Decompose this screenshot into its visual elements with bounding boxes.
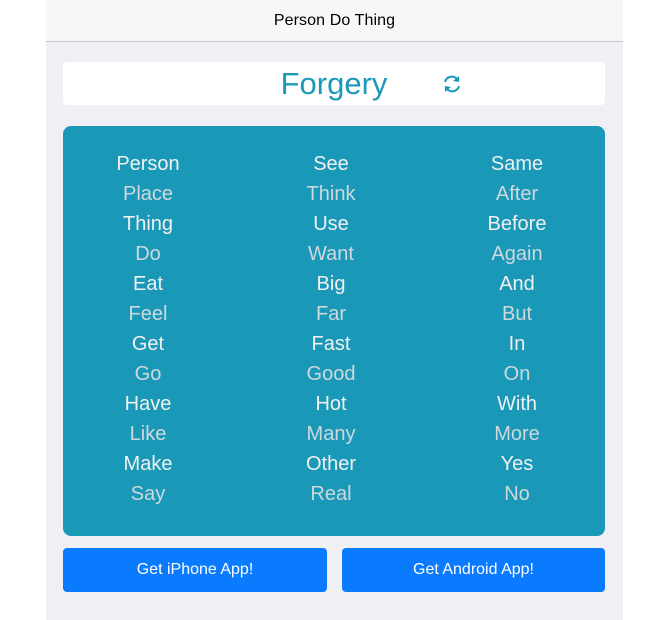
get-android-app-button[interactable]: Get Android App! (342, 548, 605, 592)
word-cell[interactable]: Again (427, 239, 607, 269)
word-cell[interactable]: Fast (241, 329, 421, 359)
refresh-icon[interactable] (441, 74, 463, 94)
word-cell[interactable]: Want (241, 239, 421, 269)
word-cell[interactable]: Have (63, 389, 233, 419)
word-cell[interactable]: Get (63, 329, 233, 359)
word-cell[interactable]: Before (427, 209, 607, 239)
word-cell[interactable]: Go (63, 359, 233, 389)
word-cell[interactable]: Hot (241, 389, 421, 419)
word-cell[interactable]: Big (241, 269, 421, 299)
word-cell[interactable]: No (427, 479, 607, 509)
word-cell[interactable]: Make (63, 449, 233, 479)
word-column-1: Person Place Thing Do Eat Feel Get Go Have Like Ma… (63, 149, 233, 509)
get-iphone-app-button[interactable]: Get iPhone App! (63, 548, 327, 592)
page-title: Person Do Thing (273, 11, 396, 29)
word-cell[interactable]: Real (241, 479, 421, 509)
word-cell[interactable]: With (427, 389, 607, 419)
word-cell[interactable]: Eat (63, 269, 233, 299)
word-cell[interactable]: After (427, 179, 607, 209)
word-cell[interactable]: Say (63, 479, 233, 509)
current-word: Forgery (280, 66, 388, 101)
word-cell[interactable]: Feel (63, 299, 233, 329)
word-cell[interactable]: Think (241, 179, 421, 209)
word-cell[interactable]: Far (241, 299, 421, 329)
word-cell[interactable]: Good (241, 359, 421, 389)
word-cell[interactable]: And (427, 269, 607, 299)
current-word-card: Forgery (63, 62, 605, 105)
word-cell[interactable]: More (427, 419, 607, 449)
word-cell[interactable]: Person (63, 149, 233, 179)
word-grid: Person Place Thing Do Eat Feel Get Go Have Like Ma… (63, 126, 605, 536)
word-column-3: Same After Before Again And But In On With More Ye… (427, 149, 607, 509)
word-cell[interactable]: Same (427, 149, 607, 179)
word-column-2: See Think Use Want Big Far Fast Good Hot Many Othe… (241, 149, 421, 509)
word-cell[interactable]: Place (63, 179, 233, 209)
app-container: Person Do Thing Forgery Person Place Thing… (46, 0, 623, 620)
word-cell[interactable]: Yes (427, 449, 607, 479)
word-cell[interactable]: See (241, 149, 421, 179)
word-cell[interactable]: Do (63, 239, 233, 269)
word-cell[interactable]: Many (241, 419, 421, 449)
word-cell[interactable]: Like (63, 419, 233, 449)
word-cell[interactable]: Use (241, 209, 421, 239)
word-cell[interactable]: On (427, 359, 607, 389)
word-cell[interactable]: But (427, 299, 607, 329)
navigation-bar: Person Do Thing (46, 0, 623, 42)
word-cell[interactable]: In (427, 329, 607, 359)
word-cell[interactable]: Other (241, 449, 421, 479)
word-cell[interactable]: Thing (63, 209, 233, 239)
